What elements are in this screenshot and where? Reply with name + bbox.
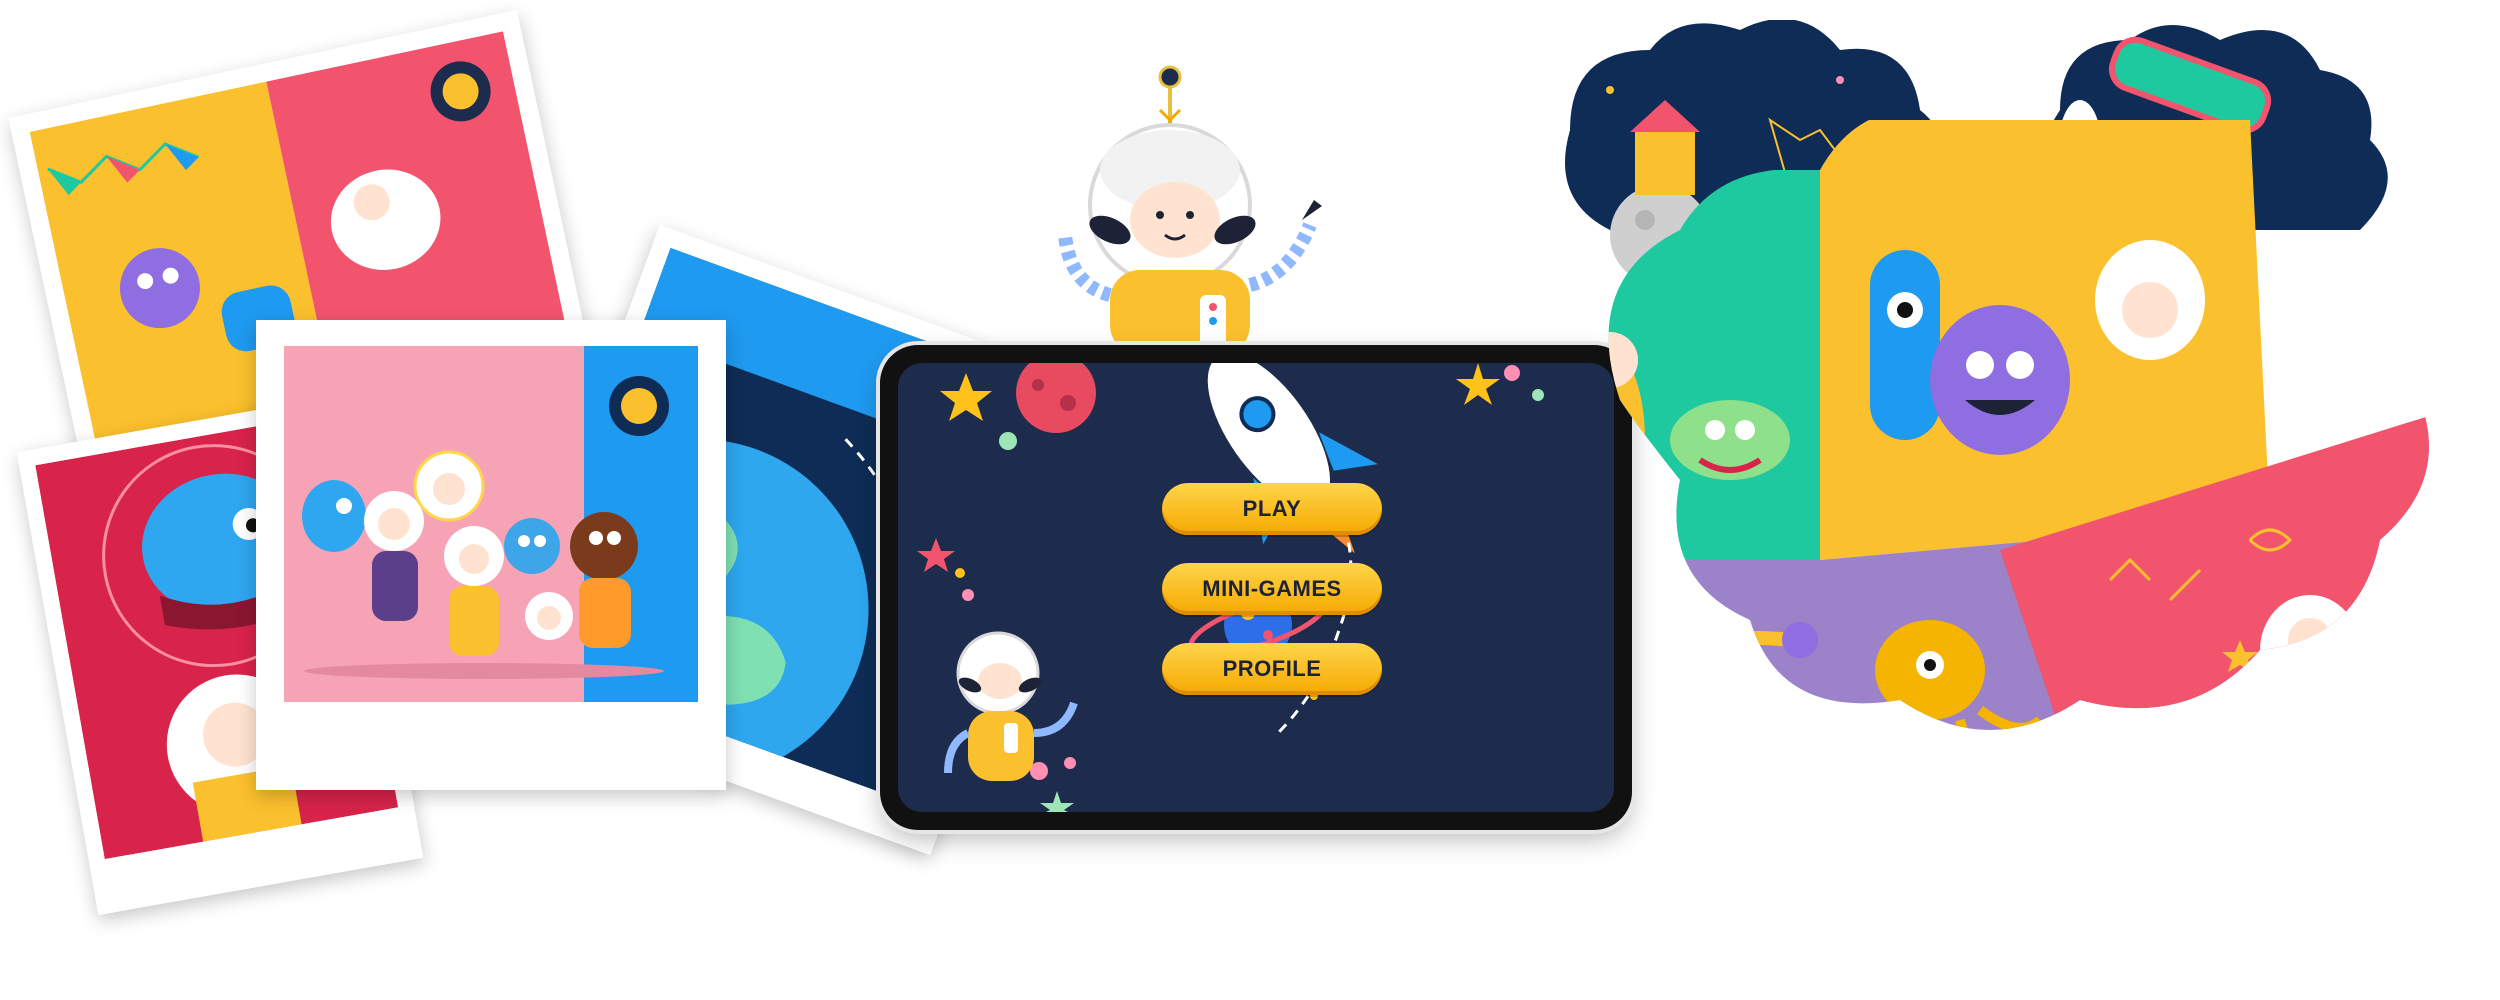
- rocket-icon: [1207, 363, 1378, 554]
- astronaut-sheep-mascot: [1040, 55, 1380, 355]
- play-button[interactable]: PLAY: [1162, 483, 1382, 535]
- band-scene-image: [284, 346, 698, 702]
- cloud-collage: [1550, 18, 2480, 860]
- game-main-menu-screen: PLAY MINI-GAMES PROFILE: [898, 363, 1614, 812]
- star-icon: [917, 538, 955, 572]
- tablet-device: PLAY MINI-GAMES PROFILE: [880, 345, 1632, 830]
- planet-icon: [1782, 622, 1818, 658]
- photo-card-band: [256, 320, 726, 790]
- planet-icon: [1016, 363, 1096, 433]
- mini-games-button[interactable]: MINI-GAMES: [1162, 563, 1382, 615]
- profile-button[interactable]: PROFILE: [1162, 643, 1382, 695]
- monster-party-cloud: [1608, 120, 2431, 731]
- astronaut-sheep-small: [944, 631, 1078, 781]
- star-icon: [940, 373, 992, 421]
- star-icon: [1456, 363, 1500, 405]
